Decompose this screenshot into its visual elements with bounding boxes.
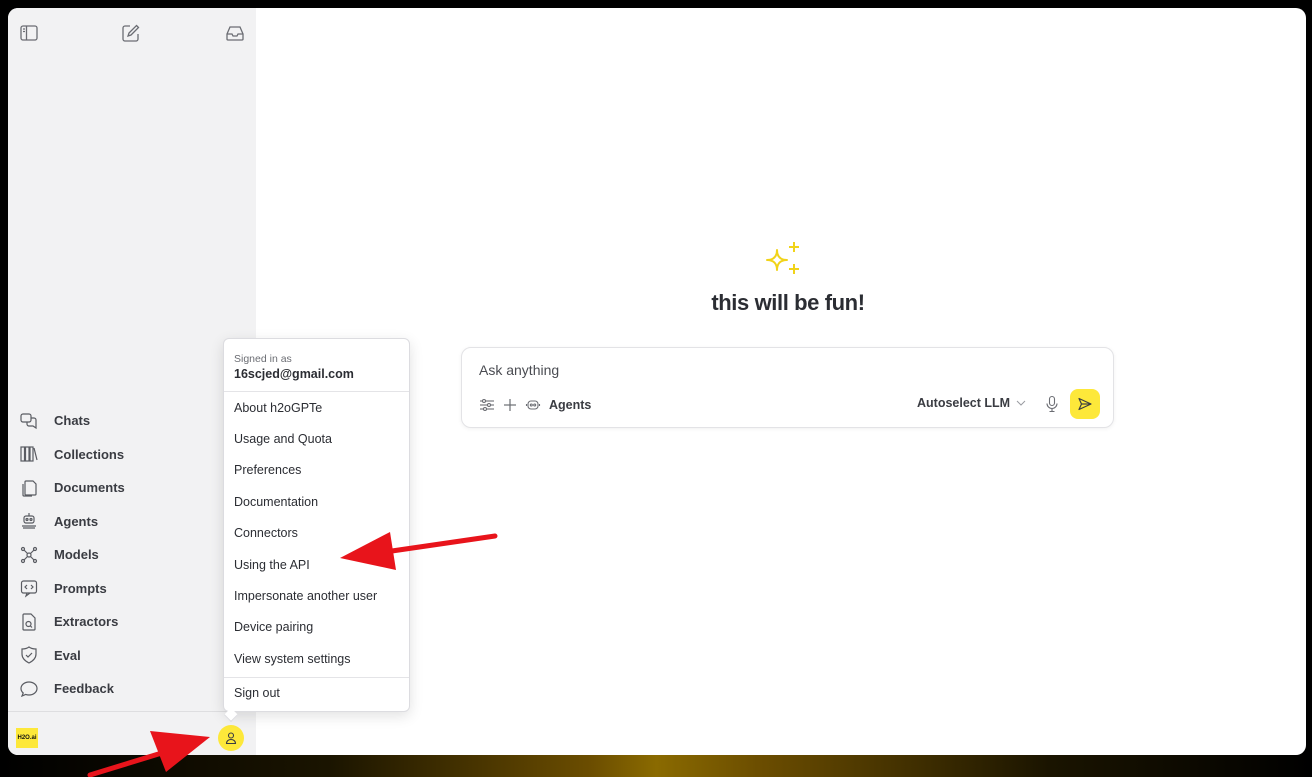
sidebar-nav: Chats Collections Documents Agents Model… bbox=[8, 404, 256, 706]
send-icon bbox=[1078, 397, 1092, 411]
sidebar-item-documents[interactable]: Documents bbox=[8, 471, 256, 505]
sidebar-footer: H2O.ai bbox=[8, 711, 256, 755]
sidebar: Chats Collections Documents Agents Model… bbox=[8, 8, 256, 755]
agents-icon bbox=[18, 510, 40, 532]
menu-item-device-pairing[interactable]: Device pairing bbox=[224, 612, 409, 643]
menu-item-about[interactable]: About h2oGPTe bbox=[224, 392, 409, 423]
sparkles-icon bbox=[766, 242, 799, 274]
sidebar-item-collections[interactable]: Collections bbox=[8, 438, 256, 472]
sidebar-top-toolbar bbox=[8, 22, 256, 46]
signed-in-label: Signed in as bbox=[234, 353, 292, 365]
sidebar-item-feedback[interactable]: Feedback bbox=[8, 672, 256, 706]
extractors-icon bbox=[18, 611, 40, 633]
documents-icon bbox=[18, 477, 40, 499]
user-avatar-button[interactable] bbox=[218, 725, 244, 751]
sidebar-item-eval[interactable]: Eval bbox=[8, 639, 256, 673]
user-menu: Signed in as 16scjed@gmail.com About h2o… bbox=[223, 338, 410, 712]
feedback-icon bbox=[18, 678, 40, 700]
sidebar-item-models[interactable]: Models bbox=[8, 538, 256, 572]
menu-item-impersonate[interactable]: Impersonate another user bbox=[224, 580, 409, 611]
chats-icon bbox=[18, 410, 40, 432]
sidebar-item-chats[interactable]: Chats bbox=[8, 404, 256, 438]
add-icon[interactable] bbox=[501, 396, 519, 414]
desktop-background bbox=[0, 752, 1312, 777]
llm-select[interactable]: Autoselect LLM bbox=[917, 396, 1027, 410]
sidebar-item-extractors[interactable]: Extractors bbox=[8, 605, 256, 639]
inbox-icon[interactable] bbox=[224, 22, 246, 44]
h2o-logo[interactable]: H2O.ai bbox=[16, 728, 38, 748]
menu-item-documentation[interactable]: Documentation bbox=[224, 486, 409, 517]
collections-icon bbox=[18, 443, 40, 465]
chevron-down-icon bbox=[1016, 400, 1026, 406]
app-window: Chats Collections Documents Agents Model… bbox=[8, 8, 1306, 755]
menu-item-using-api[interactable]: Using the API bbox=[224, 549, 409, 580]
agents-button[interactable]: Agents bbox=[524, 396, 591, 414]
robot-icon bbox=[524, 396, 542, 414]
menu-item-sign-out[interactable]: Sign out bbox=[224, 678, 409, 709]
chat-composer: Agents Autoselect LLM bbox=[461, 347, 1114, 428]
ask-input[interactable] bbox=[479, 362, 1079, 378]
menu-item-system-settings[interactable]: View system settings bbox=[224, 643, 409, 674]
user-menu-header: Signed in as 16scjed@gmail.com bbox=[224, 339, 409, 392]
toggle-sidebar-icon[interactable] bbox=[18, 22, 40, 44]
menu-item-connectors[interactable]: Connectors bbox=[224, 518, 409, 549]
prompts-icon bbox=[18, 577, 40, 599]
eval-icon bbox=[18, 644, 40, 666]
sidebar-item-prompts[interactable]: Prompts bbox=[8, 572, 256, 606]
models-icon bbox=[18, 544, 40, 566]
send-button[interactable] bbox=[1070, 389, 1100, 419]
composer-toolbar: Agents bbox=[478, 394, 591, 416]
user-email: 16scjed@gmail.com bbox=[234, 367, 354, 381]
menu-item-preferences[interactable]: Preferences bbox=[224, 455, 409, 486]
sidebar-item-agents[interactable]: Agents bbox=[8, 505, 256, 539]
page-title: this will be fun! bbox=[711, 290, 865, 315]
user-icon bbox=[225, 732, 237, 745]
microphone-icon[interactable] bbox=[1044, 395, 1062, 413]
new-chat-icon[interactable] bbox=[120, 22, 142, 44]
menu-item-usage-quota[interactable]: Usage and Quota bbox=[224, 423, 409, 454]
settings-sliders-icon[interactable] bbox=[478, 396, 496, 414]
